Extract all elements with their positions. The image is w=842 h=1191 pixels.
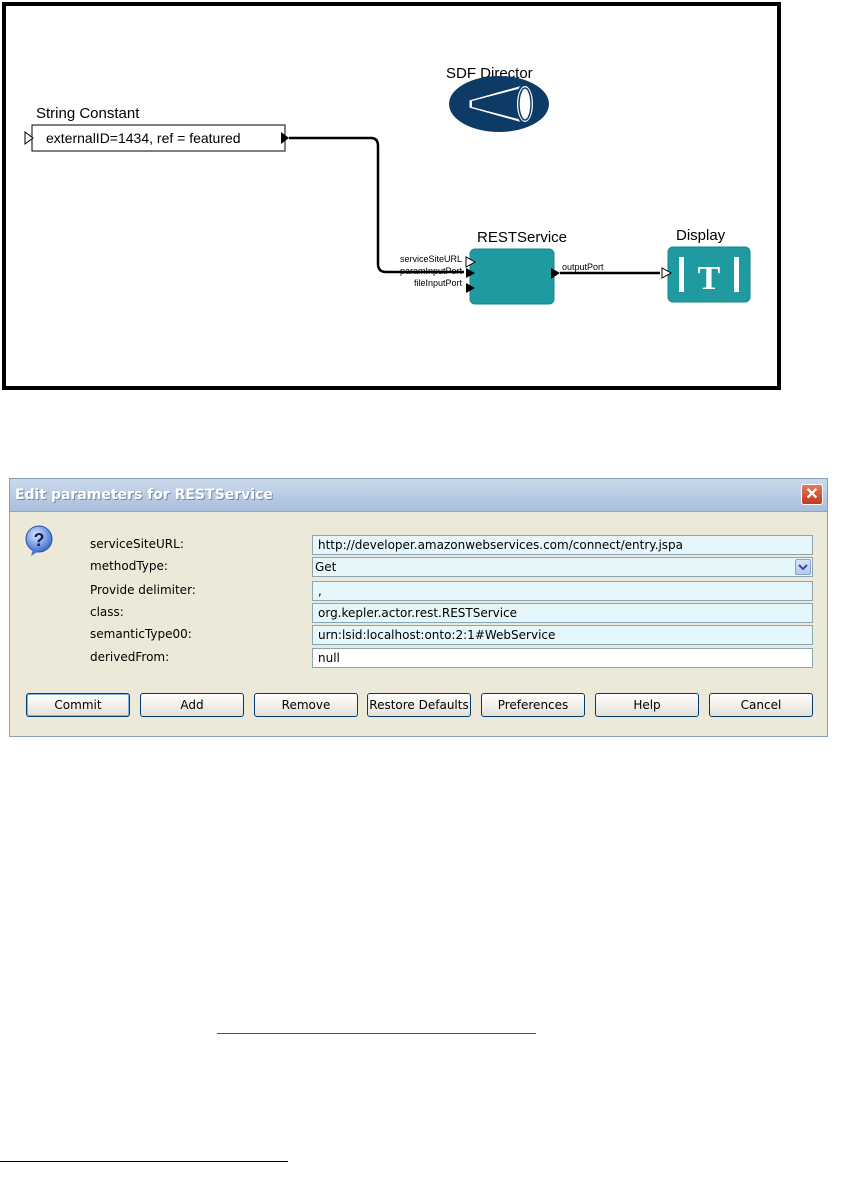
param-label-derived-from: derivedFrom: [90, 650, 170, 664]
question-icon: ? [25, 525, 53, 556]
rest-service-actor[interactable] [469, 248, 555, 305]
method-type-value: Get [315, 560, 337, 574]
relation-link-param[interactable] [289, 136, 464, 274]
param-label-method-type: methodType: [90, 559, 168, 573]
workflow-canvas[interactable]: SDF Director String Constant externalID=… [2, 2, 781, 390]
port-label-param-input: paramInputPort [400, 266, 463, 276]
close-icon: ✕ [805, 486, 819, 503]
port-label-output: outputPort [562, 262, 604, 272]
svg-text:?: ? [34, 530, 45, 550]
method-type-select[interactable]: Get [312, 557, 813, 577]
workflow-graph: SDF Director String Constant externalID=… [24, 65, 751, 305]
output-port[interactable] [551, 268, 560, 279]
string-constant-value: externalID=1434, ref = featured [46, 130, 241, 146]
help-button[interactable]: Help [595, 693, 699, 717]
edit-parameters-dialog: Edit parameters for RESTService ✕ ? serv… [9, 478, 828, 737]
param-label-class: class: [90, 605, 124, 619]
chevron-down-icon[interactable] [795, 559, 811, 575]
service-site-url-field[interactable]: http://developer.amazonwebservices.com/c… [312, 535, 813, 555]
param-label-delimiter: Provide delimiter: [90, 583, 196, 597]
reference-link-underline[interactable] [217, 1033, 536, 1036]
string-constant-title: String Constant [36, 105, 140, 122]
footnote-rule [0, 1161, 288, 1162]
param-label-semantic-type: semanticType00: [90, 627, 192, 641]
param-label-service-site-url: serviceSiteURL: [90, 537, 184, 551]
dialog-title: Edit parameters for RESTService [15, 487, 273, 503]
dialog-titlebar[interactable]: Edit parameters for RESTService ✕ [10, 479, 827, 512]
display-title: Display [676, 227, 726, 244]
rest-service-title: RESTService [477, 229, 567, 246]
derived-from-field[interactable]: null [312, 648, 813, 668]
close-button[interactable]: ✕ [801, 484, 823, 505]
restore-defaults-button[interactable]: Restore Defaults [367, 693, 471, 717]
class-field[interactable]: org.kepler.actor.rest.RESTService [312, 603, 813, 623]
cancel-button[interactable]: Cancel [709, 693, 813, 717]
sdf-director-icon[interactable] [449, 76, 549, 132]
delimiter-field[interactable]: , [312, 581, 813, 601]
svg-text:T: T [698, 260, 721, 297]
commit-button[interactable]: Commit [26, 693, 130, 717]
preferences-button[interactable]: Preferences [481, 693, 585, 717]
port-label-file-input: fileInputPort [414, 278, 463, 288]
semantic-type-field[interactable]: urn:lsid:localhost:onto:2:1#WebService [312, 625, 813, 645]
port-label-service-site-url: serviceSiteURL [400, 254, 462, 264]
add-button[interactable]: Add [140, 693, 244, 717]
remove-button[interactable]: Remove [254, 693, 358, 717]
